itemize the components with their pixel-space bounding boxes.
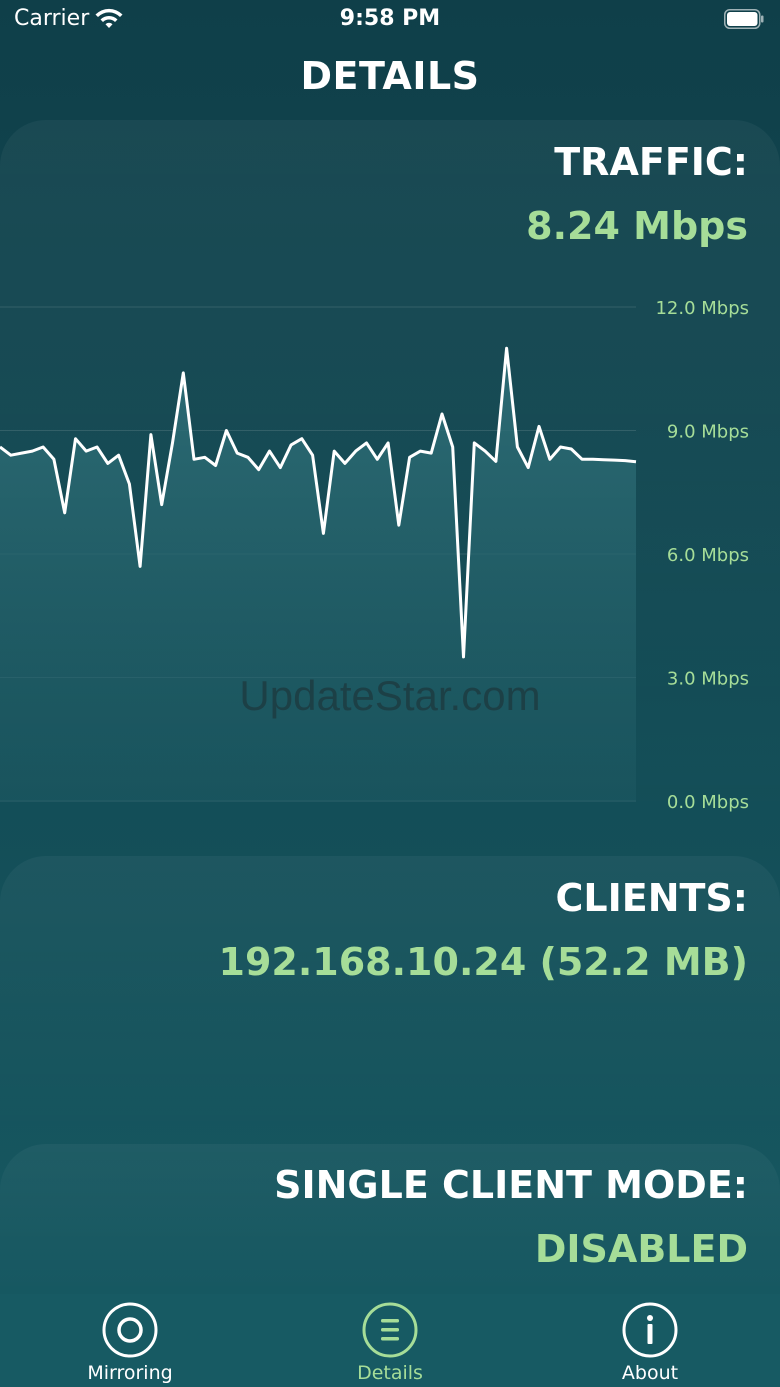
watermark: UpdateStar.com: [239, 672, 541, 719]
battery-icon: [724, 9, 764, 29]
info-circle-icon: [622, 1302, 678, 1358]
traffic-label: TRAFFIC:: [554, 140, 748, 184]
page-title: DETAILS: [300, 54, 480, 98]
clients-label: CLIENTS:: [555, 876, 749, 920]
record-circle-icon: [102, 1302, 158, 1358]
y-tick-label: 6.0 Mbps: [667, 545, 749, 566]
tab-bar: Mirroring Details About: [0, 1294, 780, 1387]
tab-details-label: Details: [357, 1362, 423, 1384]
clients-value: 192.168.10.24 (52.2 MB): [218, 940, 748, 984]
traffic-area-fill: [0, 348, 636, 801]
traffic-value: 8.24 Mbps: [526, 204, 748, 248]
tab-mirroring[interactable]: Mirroring: [50, 1294, 210, 1387]
tab-about[interactable]: About: [570, 1294, 730, 1387]
single-client-mode-value: DISABLED: [534, 1227, 748, 1271]
single-client-mode-label: SINGLE CLIENT MODE:: [274, 1163, 748, 1207]
status-bar: Carrier 9:58 PM: [0, 0, 780, 40]
y-tick-label: 12.0 Mbps: [655, 298, 749, 319]
tab-about-label: About: [621, 1362, 679, 1384]
y-tick-label: 0.0 Mbps: [667, 792, 749, 813]
traffic-chart: 12.0 Mbps9.0 Mbps6.0 Mbps3.0 Mbps0.0 Mbp…: [0, 298, 749, 813]
tab-details[interactable]: Details: [310, 1294, 470, 1387]
status-time: 9:58 PM: [339, 6, 441, 31]
y-tick-label: 9.0 Mbps: [667, 422, 749, 443]
tab-mirroring-label: Mirroring: [87, 1362, 173, 1384]
list-circle-icon: [362, 1302, 418, 1358]
